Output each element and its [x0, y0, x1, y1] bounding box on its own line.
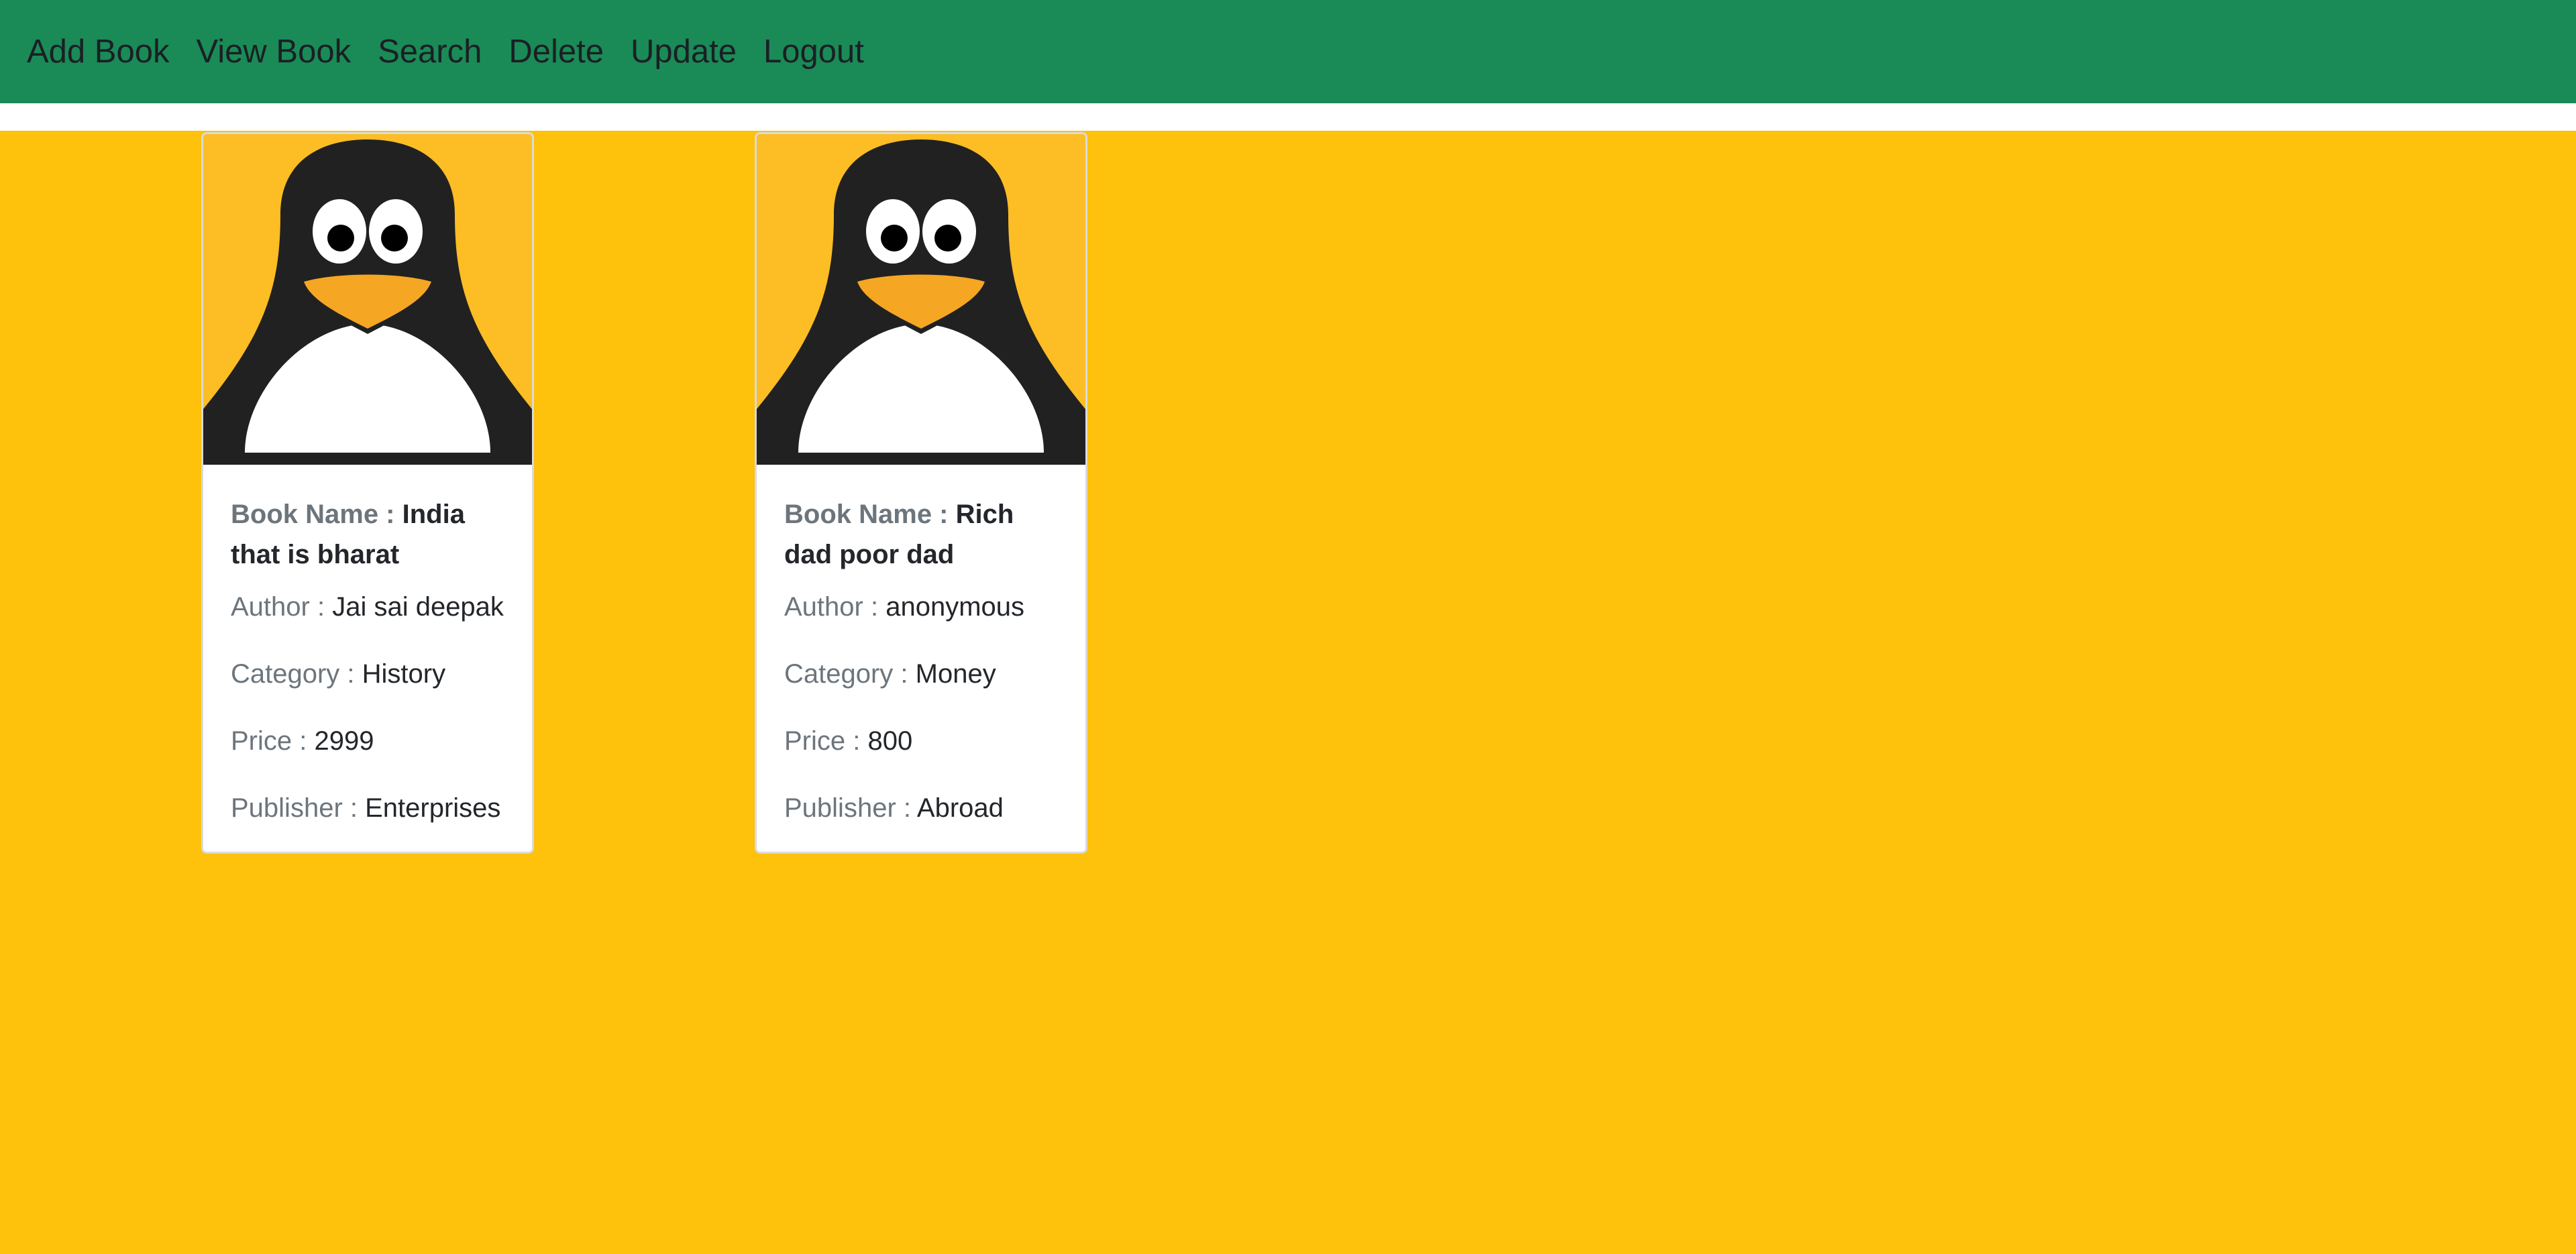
category-row: Category : History [231, 654, 504, 694]
price-label: Price : [231, 726, 315, 756]
category-row: Category : Money [784, 654, 1058, 694]
author-label: Author : [231, 592, 333, 622]
category-value: Money [915, 659, 996, 689]
nav-update[interactable]: Update [631, 33, 737, 70]
publisher-value: Enterprises [365, 793, 501, 823]
book-name-label: Book Name : [784, 500, 956, 529]
publisher-label: Publisher : [231, 793, 366, 823]
nav-view-book[interactable]: View Book [197, 33, 352, 70]
publisher-label: Publisher : [784, 793, 917, 823]
publisher-row: Publisher : Abroad [784, 788, 1058, 828]
price-row: Price : 2999 [231, 721, 504, 761]
publisher-row: Publisher : Enterprises [231, 788, 504, 828]
nav-search[interactable]: Search [378, 33, 482, 70]
author-label: Author : [784, 592, 886, 622]
price-row: Price : 800 [784, 721, 1058, 761]
category-label: Category : [231, 659, 362, 689]
nav-logout[interactable]: Logout [763, 33, 864, 70]
tux-penguin-icon [203, 134, 532, 465]
book-list-area: Book Name : India that is bharat Author … [0, 131, 2576, 1254]
book-name-label: Book Name : [231, 500, 402, 529]
publisher-value: Abroad [916, 793, 1004, 823]
top-navbar: Add Book View Book Search Delete Update … [0, 0, 2576, 103]
nav-delete[interactable]: Delete [508, 33, 604, 70]
category-label: Category : [784, 659, 916, 689]
category-value: History [362, 659, 446, 689]
card-body: Book Name : India that is bharat Author … [203, 465, 532, 828]
nav-add-book[interactable]: Add Book [27, 33, 170, 70]
book-card: Book Name : Rich dad poor dad Author : a… [755, 132, 1087, 854]
author-value: anonymous [885, 592, 1024, 622]
book-title: Book Name : India that is bharat [231, 494, 504, 575]
tux-penguin-icon [757, 134, 1085, 465]
price-value: 2999 [314, 726, 374, 756]
price-value: 800 [867, 726, 913, 756]
price-label: Price : [784, 726, 868, 756]
author-value: Jai sai deepak [332, 592, 504, 622]
card-body: Book Name : Rich dad poor dad Author : a… [757, 465, 1085, 828]
book-card: Book Name : India that is bharat Author … [201, 132, 534, 854]
book-title: Book Name : Rich dad poor dad [784, 494, 1058, 575]
author-row: Author : anonymous [784, 587, 1058, 627]
author-row: Author : Jai sai deepak [231, 587, 504, 627]
